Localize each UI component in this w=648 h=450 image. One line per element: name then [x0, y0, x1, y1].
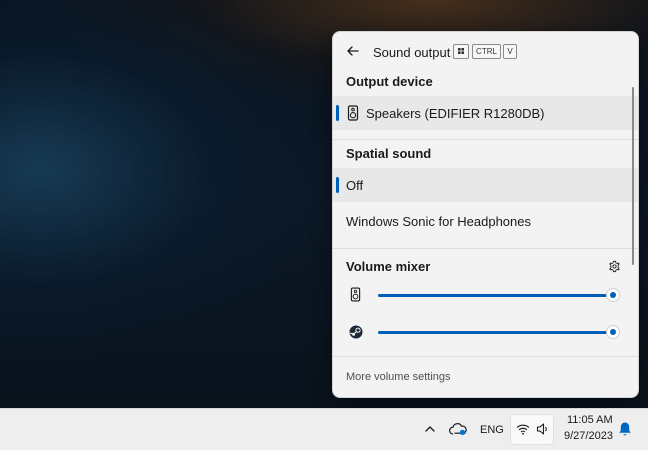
- quick-settings-button[interactable]: [510, 414, 554, 445]
- spatial-option-windows-sonic[interactable]: Windows Sonic for Headphones: [333, 204, 638, 238]
- divider: [333, 356, 638, 357]
- output-device-speakers[interactable]: Speakers (EDIFIER R1280DB): [333, 96, 638, 130]
- windows-key-icon: [453, 44, 469, 59]
- flyout-header: Sound output CTRL V: [333, 32, 638, 70]
- back-button[interactable]: [343, 41, 363, 61]
- selection-indicator: [336, 105, 339, 121]
- divider: [333, 139, 638, 140]
- spatial-option-off[interactable]: Off: [333, 168, 638, 202]
- ctrl-key: CTRL: [472, 44, 501, 59]
- clock-time[interactable]: 11:05 AM: [567, 414, 613, 426]
- more-volume-settings-link[interactable]: More volume settings: [346, 371, 451, 383]
- volume-slider-track[interactable]: [378, 294, 613, 297]
- option-label: Windows Sonic for Headphones: [346, 214, 531, 229]
- taskbar: ENG 11:05 AM 9/27/2023: [0, 408, 648, 450]
- chevron-up-icon[interactable]: [424, 424, 436, 434]
- speaker-icon: [347, 105, 359, 121]
- onedrive-icon[interactable]: [449, 422, 467, 436]
- notification-bell-icon[interactable]: [618, 421, 632, 437]
- sound-output-flyout: Sound output CTRL V Output device Speake…: [332, 31, 639, 398]
- volume-slider-thumb[interactable]: [606, 325, 620, 339]
- volume-slider-thumb[interactable]: [606, 288, 620, 302]
- divider: [333, 248, 638, 249]
- volume-icon: [536, 423, 547, 435]
- clock-date[interactable]: 9/27/2023: [564, 430, 613, 442]
- gear-icon[interactable]: [608, 260, 621, 273]
- wifi-icon: [516, 424, 530, 435]
- steam-icon: [349, 325, 363, 339]
- selection-indicator: [336, 177, 339, 193]
- speaker-icon: [350, 287, 361, 302]
- device-label: Speakers (EDIFIER R1280DB): [366, 106, 545, 121]
- spatial-sound-heading: Spatial sound: [346, 146, 432, 161]
- volume-mixer-heading: Volume mixer: [346, 259, 431, 274]
- back-arrow-icon: [347, 46, 359, 56]
- v-key: V: [503, 44, 517, 59]
- flyout-title: Sound output: [373, 45, 451, 60]
- output-device-heading: Output device: [346, 74, 433, 89]
- option-label: Off: [346, 178, 364, 193]
- scrollbar[interactable]: [632, 87, 634, 265]
- language-indicator[interactable]: ENG: [480, 424, 504, 436]
- volume-slider-track[interactable]: [378, 331, 613, 334]
